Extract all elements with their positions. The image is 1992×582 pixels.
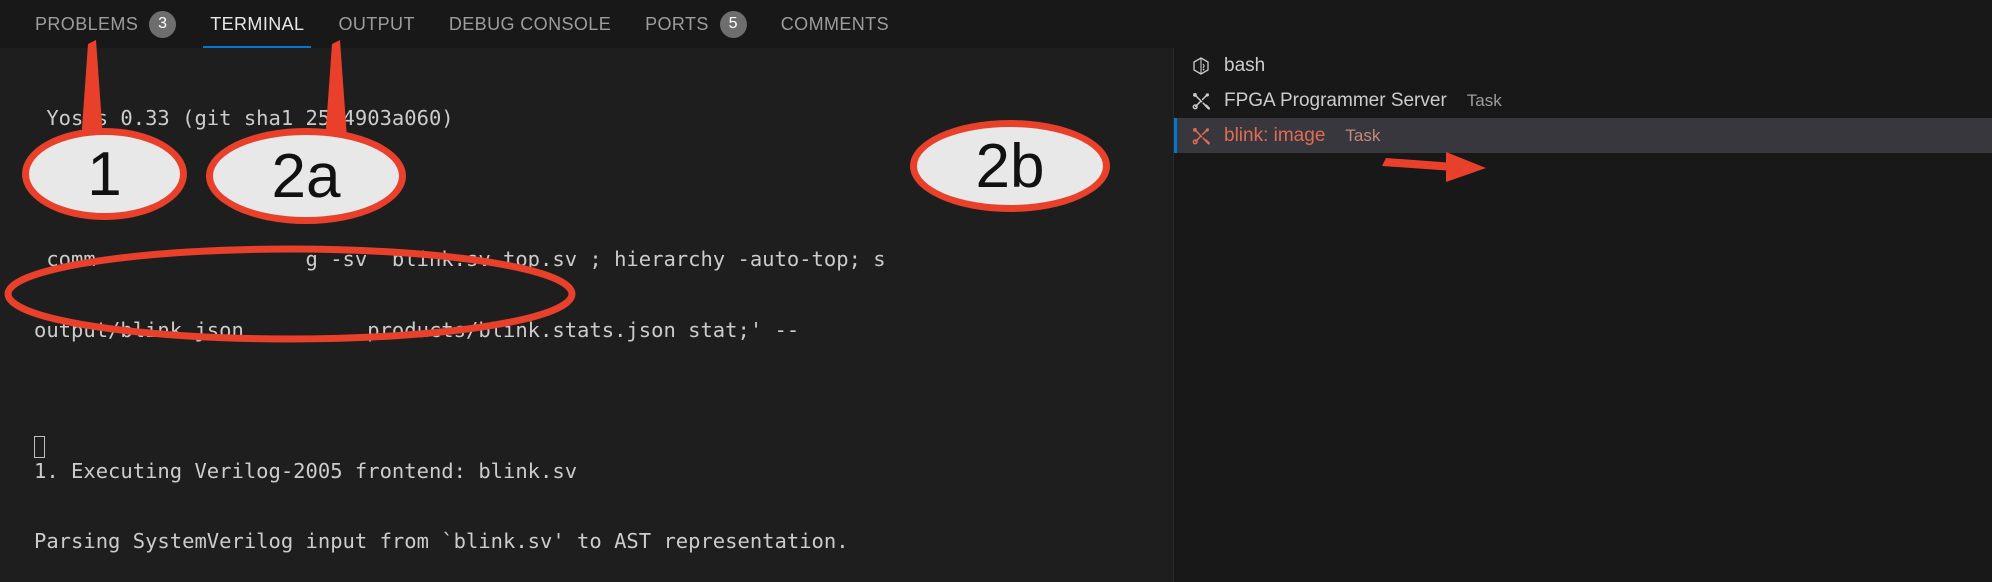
panel-tab-bar: PROBLEMS 3 TERMINAL OUTPUT DEBUG CONSOLE…	[0, 0, 1992, 48]
terminal-list-item-blink-image-label: blink: image	[1224, 124, 1326, 146]
tab-ports-badge: 5	[719, 10, 747, 38]
tab-output-label: OUTPUT	[338, 13, 415, 34]
terminal-list-item-bash[interactable]: bash	[1174, 48, 1992, 83]
annotation-callout-1: 1	[22, 128, 187, 220]
annotation-callout-1-label: 1	[87, 139, 122, 209]
tab-problems-badge: 3	[149, 10, 177, 38]
tab-problems-label: PROBLEMS	[35, 13, 139, 34]
terminal-list-item-bash-label: bash	[1224, 54, 1266, 76]
terminal-cursor	[34, 436, 45, 458]
tools-icon	[1190, 125, 1212, 147]
terminal-line: Parsing SystemVerilog input from `blink.…	[34, 529, 849, 553]
tab-ports-label: PORTS	[645, 13, 709, 34]
terminal-bash-icon	[1190, 55, 1212, 77]
tab-terminal-label: TERMINAL	[210, 13, 305, 34]
terminal-list-item-fpga-programmer-server[interactable]: FPGA Programmer Server Task	[1174, 83, 1992, 118]
tab-debug-console-label: DEBUG CONSOLE	[448, 13, 612, 34]
tab-terminal[interactable]: TERMINAL	[193, 0, 321, 48]
tools-icon	[1190, 90, 1212, 112]
terminal-list-item-fpga-label: FPGA Programmer Server	[1224, 89, 1447, 111]
terminal-line: 1. Executing Verilog-2005 frontend: blin…	[34, 458, 578, 483]
tab-ports[interactable]: PORTS 5	[628, 0, 764, 48]
terminal-list-item-blink-image-kind: Task	[1345, 125, 1381, 145]
tab-comments-label: COMMENTS	[780, 13, 889, 34]
annotation-callout-2a: 2a	[206, 128, 406, 224]
annotation-callout-2a-label: 2a	[271, 141, 341, 211]
annotation-callout-2b: 2b	[910, 120, 1110, 212]
terminal-line: comm g -sv blink.sv top.sv ; hierarchy -…	[34, 247, 886, 271]
tab-output[interactable]: OUTPUT	[321, 0, 431, 48]
terminal-line: output/blink.json products/blink.stats.j…	[34, 317, 800, 342]
tab-debug-console[interactable]: DEBUG CONSOLE	[432, 0, 628, 48]
terminal-list-item-fpga-kind: Task	[1466, 90, 1502, 110]
terminal-instance-list: bash FPGA Programmer Server Task blink: …	[1173, 48, 1992, 582]
annotation-callout-2b-label: 2b	[975, 131, 1045, 201]
tab-comments[interactable]: COMMENTS	[764, 0, 906, 48]
tab-problems[interactable]: PROBLEMS 3	[18, 0, 193, 48]
terminal-list-item-blink-image[interactable]: blink: image Task	[1174, 118, 1992, 153]
